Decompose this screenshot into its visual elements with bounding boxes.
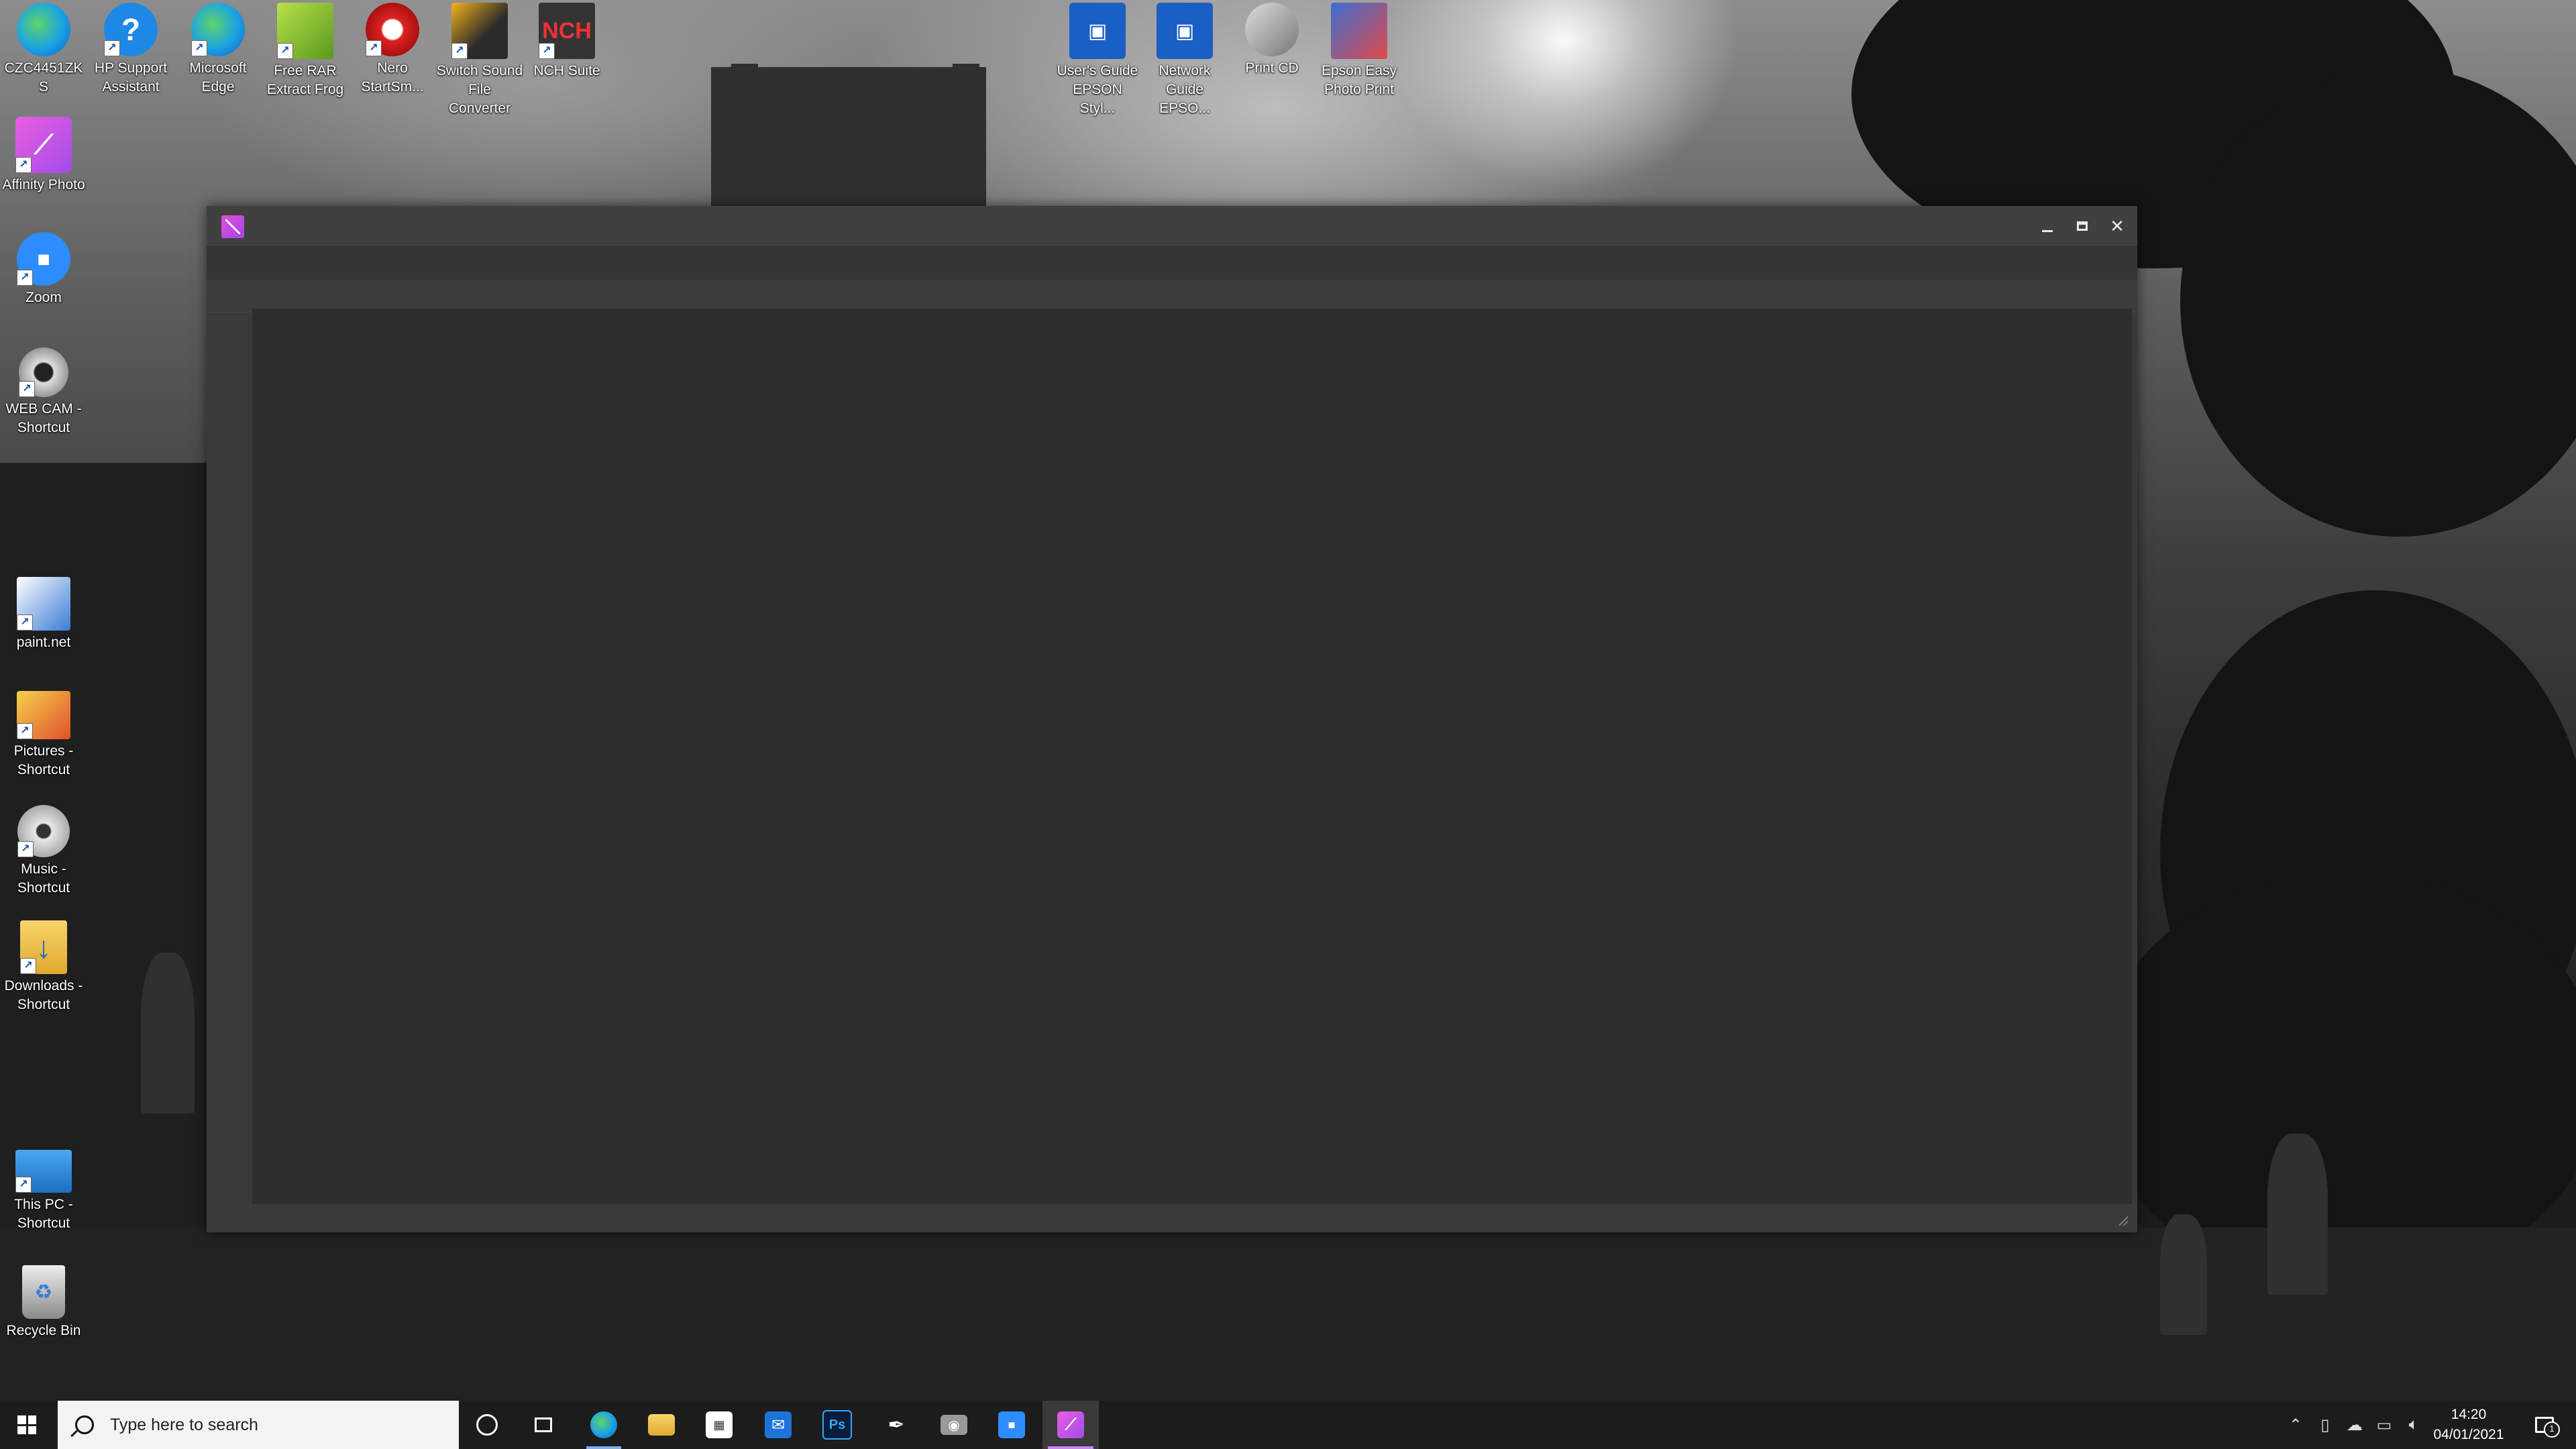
folder-icon [648,1414,675,1436]
desktop-icon-print-cd[interactable]: Print CD [1228,0,1316,78]
desktop-icon-music[interactable]: ↗ Music - Shortcut [0,802,87,898]
status-bar [207,1204,2137,1232]
music-icon: ↗ [17,805,70,857]
taskbar-mail[interactable]: ✉ [750,1401,806,1449]
taskbar-affinity-photo[interactable]: ⟋ [1042,1401,1099,1449]
desktop-icon-downloads[interactable]: ↓ ↗ Downloads - Shortcut [0,918,87,1014]
affinity-photo-icon: ⟋ ↗ [15,117,72,173]
minimize-button[interactable] [2030,206,2065,246]
affinity-photo-window: ✕ [207,206,2137,1232]
notification-icon: 1 [2535,1417,2560,1438]
desktop-icon-affinity-photo[interactable]: ⟋ ↗ Affinity Photo [0,114,87,195]
close-button[interactable]: ✕ [2100,206,2135,246]
webcam-icon: ↗ [19,347,68,397]
nch-icon: NCH ↗ [539,3,595,59]
window-titlebar[interactable]: ✕ [207,206,2137,246]
desktop-icon-this-pc[interactable]: ↗ This PC - Shortcut [0,1147,87,1233]
system-tray: ⌃ ▯ ☁ ▭ 🔈︎ [2281,1401,2428,1449]
start-button[interactable] [0,1401,54,1449]
desktop-icon-epson-guide[interactable]: ▣ User's Guide EPSON Styl... [1054,0,1141,118]
help-icon: ? ↗ [104,3,158,56]
recycle-bin-icon: ♻ [22,1265,65,1319]
taskbar-store[interactable]: ▦ [691,1401,747,1449]
search-box[interactable]: Type here to search [58,1401,459,1449]
clock-date: 04/01/2021 [2433,1427,2504,1442]
task-view-icon [535,1417,552,1432]
clock-time: 14:20 [2451,1407,2487,1422]
desktop-icon-epson-photo[interactable]: Epson Easy Photo Print [1316,0,1403,99]
taskbar: Type here to search ▦ ✉ Ps ✒ ◉ ■ ⟋ ⌃ ▯ ☁… [0,1401,2576,1449]
windows-logo-icon [17,1415,36,1434]
device-icon[interactable]: ▯ [2310,1401,2340,1449]
network-icon[interactable]: ▭ [2369,1401,2399,1449]
desktop-icon-epson-network[interactable]: ▣ Network Guide EPSO... [1141,0,1228,118]
switch-icon: ↗ [451,3,508,59]
desktop-icon-zoom[interactable]: ■ ↗ Zoom [0,229,87,307]
desktop-icon-paintnet[interactable]: ↗ paint.net [0,574,87,652]
zoom-icon: ■ [998,1411,1025,1438]
desktop-icon-nero[interactable]: ↗ Nero StartSm... [349,0,436,97]
mail-icon: ✉ [765,1411,792,1438]
epson-photo-icon [1331,3,1387,59]
desktop-icon-hp-support-assistant[interactable]: ? ↗ HP Support Assistant [87,0,174,97]
chevron-up-icon[interactable]: ⌃ [2281,1401,2310,1449]
pen-icon: ✒ [888,1413,905,1436]
edge-icon: ↗ [191,3,245,56]
maximize-button[interactable] [2065,206,2100,246]
frog-icon: ↗ [277,3,333,59]
desktop-icon-free-rar[interactable]: ↗ Free RAR Extract Frog [262,0,349,99]
edge-icon [17,3,70,56]
taskbar-task-view[interactable] [515,1401,572,1449]
desktop-icon-recycle-bin[interactable]: ♻ Recycle Bin [0,1263,87,1340]
desktop-icon-czc4451zks[interactable]: CZC4451ZKS [0,0,87,97]
camera-icon: ◉ [941,1415,967,1435]
close-icon: ✕ [2110,215,2125,236]
downloads-icon: ↓ ↗ [20,920,67,974]
epson-network-icon: ▣ [1157,3,1213,59]
desktop-icon-microsoft-edge[interactable]: ↗ Microsoft Edge [174,0,262,97]
notification-count: 1 [2544,1421,2560,1438]
photoshop-icon: Ps [822,1410,852,1440]
store-icon: ▦ [706,1411,733,1438]
this-pc-icon: ↗ [15,1150,72,1193]
taskbar-photoshop[interactable]: Ps [809,1401,865,1449]
desktop-icon-nch-suite[interactable]: NCH ↗ NCH Suite [523,0,610,80]
epson-guide-icon: ▣ [1069,3,1126,59]
desktop-icon-webcam[interactable]: ↗ WEB CAM - Shortcut [0,345,87,437]
cortana-icon [476,1414,498,1436]
search-icon [75,1415,94,1434]
taskbar-file-explorer[interactable] [633,1401,690,1449]
search-placeholder: Type here to search [110,1415,258,1434]
action-center-button[interactable]: 1 [2521,1401,2568,1449]
taskbar-zoom[interactable]: ■ [983,1401,1040,1449]
affinity-photo-icon[interactable] [221,215,244,238]
toolbar [207,280,2137,313]
resize-grip-icon[interactable] [2117,1215,2128,1226]
zoom-icon: ■ ↗ [17,232,70,286]
taskbar-edge[interactable] [576,1401,632,1449]
nero-icon: ↗ [366,3,419,56]
canvas-workspace[interactable] [252,309,2132,1204]
menu-bar [207,246,2137,280]
taskbar-cortana[interactable] [459,1401,515,1449]
print-cd-icon [1245,3,1299,56]
affinity-photo-icon: ⟋ [1057,1411,1084,1438]
onedrive-icon[interactable]: ☁ [2340,1401,2369,1449]
maximize-icon [2077,221,2088,231]
minimize-icon [2042,229,2053,232]
edge-icon [590,1411,617,1438]
desktop-icon-pictures[interactable]: ↗ Pictures - Shortcut [0,688,87,780]
taskbar-pen[interactable]: ✒ [868,1401,924,1449]
taskbar-camera[interactable]: ◉ [926,1401,982,1449]
paintnet-icon: ↗ [17,577,70,631]
taskbar-clock[interactable]: 14:20 04/01/2021 [2415,1401,2522,1449]
desktop-icon-switch[interactable]: ↗ Switch Sound File Converter [436,0,523,118]
pictures-icon: ↗ [17,691,70,739]
